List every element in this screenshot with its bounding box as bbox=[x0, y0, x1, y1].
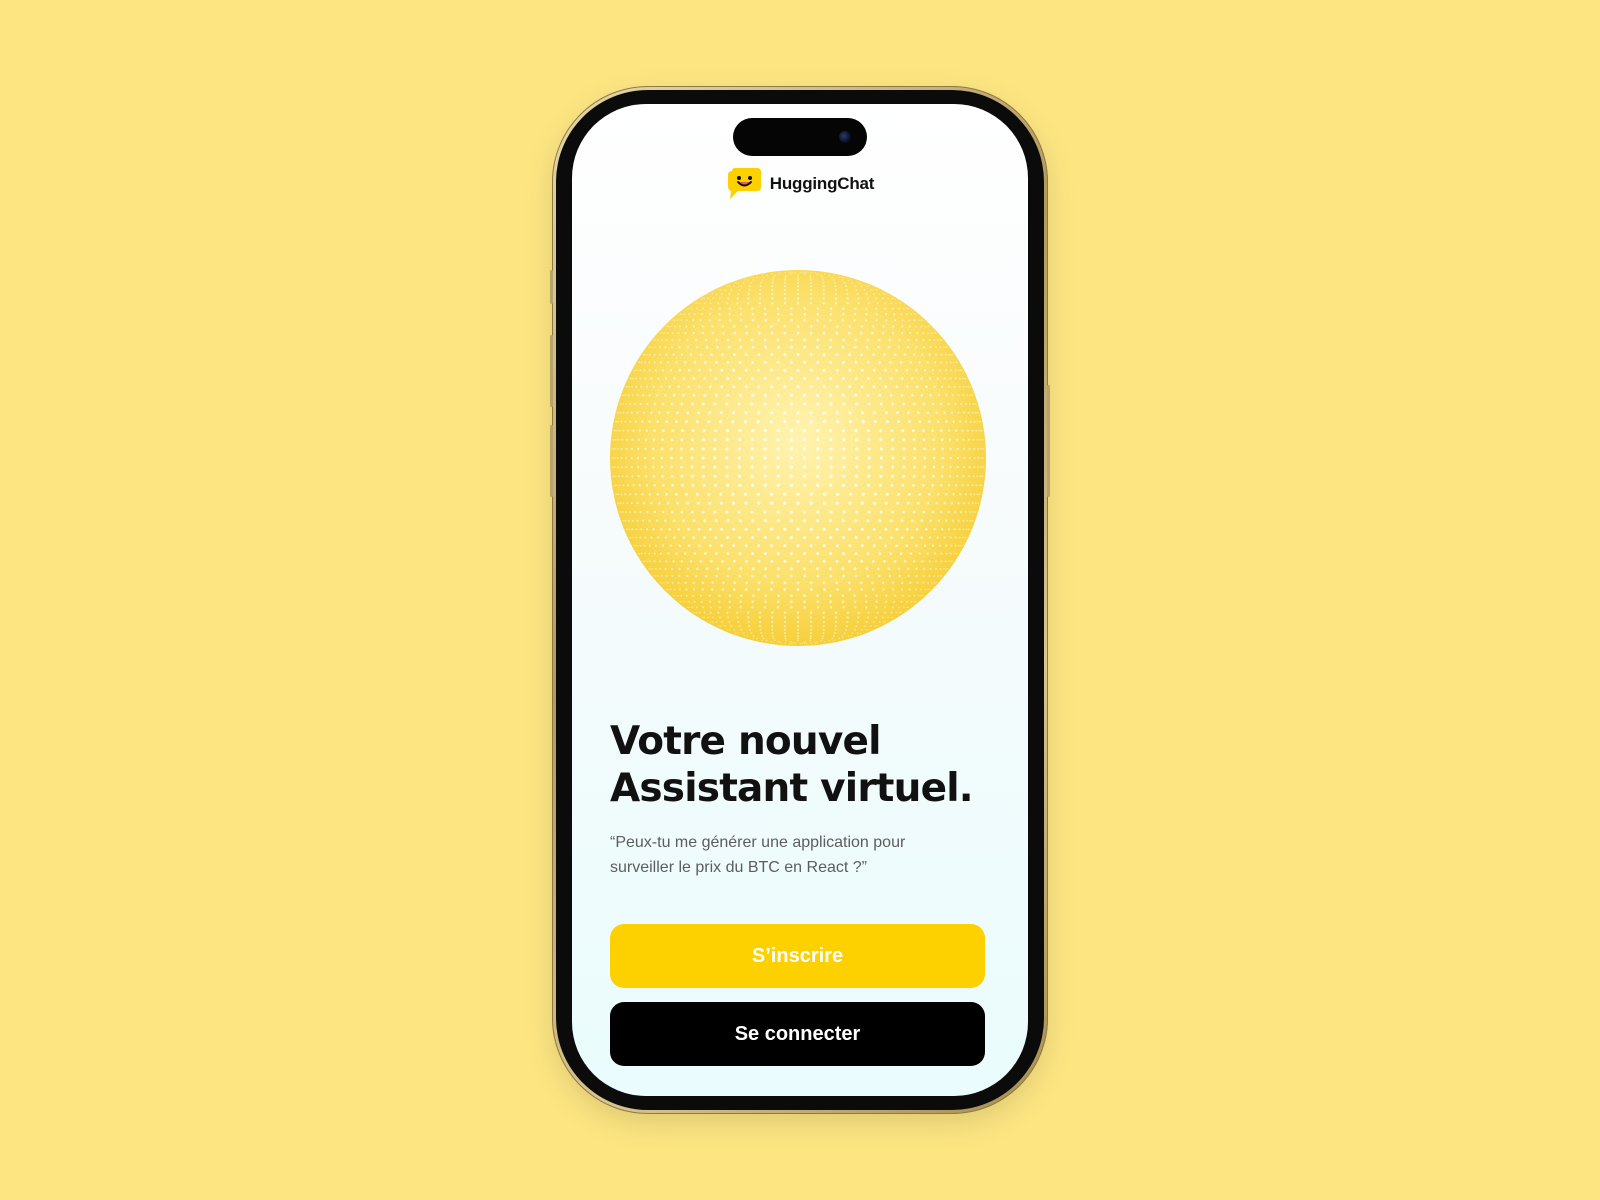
dotted-globe-image bbox=[610, 270, 986, 646]
signup-button[interactable]: S’inscrire bbox=[610, 924, 985, 988]
hero-globe bbox=[608, 268, 988, 648]
action-button bbox=[550, 270, 553, 304]
example-prompt-line-1: “Peux-tu me générer une application pour bbox=[610, 834, 906, 851]
dynamic-island bbox=[733, 118, 867, 156]
headline-line-2: Assistant virtuel. bbox=[610, 766, 974, 811]
brand-name: HuggingChat bbox=[769, 174, 875, 193]
example-prompt-line-2: surveiller le prix du BTC en React ?” bbox=[610, 859, 867, 876]
headline: Votre nouvel Assistant virtuel. bbox=[610, 718, 1000, 812]
volume-up-button bbox=[550, 335, 553, 407]
login-button[interactable]: Se connecter bbox=[610, 1002, 985, 1066]
app-screen: HuggingChat Votre nouvel Assistant virtu… bbox=[572, 104, 1028, 1096]
front-camera-icon bbox=[839, 131, 851, 143]
power-button bbox=[1047, 385, 1050, 497]
example-prompt: “Peux-tu me générer une application pour… bbox=[610, 830, 970, 880]
headline-line-1: Votre nouvel bbox=[610, 719, 882, 764]
volume-down-button bbox=[550, 425, 553, 497]
brand-header: HuggingChat bbox=[572, 166, 1028, 202]
hugging-face-chat-bubble-icon bbox=[727, 168, 761, 199]
